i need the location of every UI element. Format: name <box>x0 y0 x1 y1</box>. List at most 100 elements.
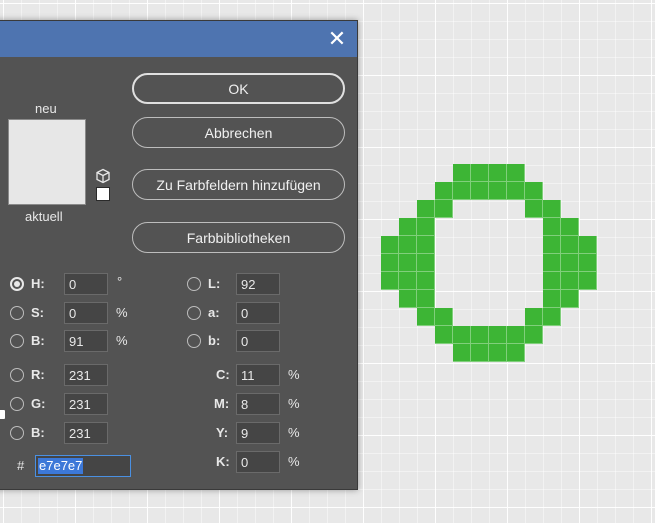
lab-b-label: b: <box>208 333 221 348</box>
hex-label: # <box>17 458 25 473</box>
radio-hue[interactable] <box>10 277 24 291</box>
ring-pixel <box>561 254 579 272</box>
dialog-titlebar: ✕ <box>0 21 357 57</box>
radio-saturation[interactable] <box>10 306 24 320</box>
ring-pixel <box>507 164 525 182</box>
add-to-swatches-button[interactable]: Zu Farbfeldern hinzufügen <box>132 169 345 200</box>
ring-pixel <box>471 182 489 200</box>
cyan-label: C: <box>216 367 230 382</box>
current-color-swatch[interactable] <box>9 158 85 204</box>
lab-l-input[interactable] <box>236 273 280 295</box>
ring-pixel <box>579 236 597 254</box>
black-input[interactable] <box>236 451 280 473</box>
ring-pixel <box>471 326 489 344</box>
saturation-label: S: <box>31 305 44 320</box>
yellow-input[interactable] <box>236 422 280 444</box>
magenta-label: M: <box>214 396 230 411</box>
ring-pixel <box>543 254 561 272</box>
hue-label: H: <box>31 276 45 291</box>
websafe-color-swatch[interactable] <box>96 187 110 201</box>
black-unit: % <box>288 454 300 469</box>
ring-pixel <box>435 182 453 200</box>
radio-blue[interactable] <box>10 426 24 440</box>
ring-pixel <box>543 218 561 236</box>
blue-label: B: <box>31 425 45 440</box>
ring-pixel <box>417 218 435 236</box>
ring-pixel <box>417 290 435 308</box>
red-input[interactable] <box>64 364 108 386</box>
hue-input[interactable] <box>64 273 108 295</box>
magenta-input[interactable] <box>236 393 280 415</box>
yellow-unit: % <box>288 425 300 440</box>
current-color-label: aktuell <box>25 209 63 224</box>
slider-marker[interactable] <box>0 410 5 419</box>
ring-pixel <box>381 236 399 254</box>
color-picker-dialog: ✕ neu aktuell OK Abbrechen Zu Farbfelder… <box>0 20 358 490</box>
ring-pixel <box>453 326 471 344</box>
ring-pixel <box>453 182 471 200</box>
ring-pixel <box>543 200 561 218</box>
radio-lab-l[interactable] <box>187 277 201 291</box>
radio-lab-a[interactable] <box>187 306 201 320</box>
ring-pixel <box>417 272 435 290</box>
close-button[interactable]: ✕ <box>325 27 349 51</box>
lab-b-input[interactable] <box>236 330 280 352</box>
ring-pixel <box>381 272 399 290</box>
ring-pixel <box>543 272 561 290</box>
hex-input[interactable]: e7e7e7 <box>35 455 131 477</box>
ring-pixel <box>435 326 453 344</box>
blue-input[interactable] <box>64 422 108 444</box>
brightness-unit: % <box>116 333 128 348</box>
cyan-input[interactable] <box>236 364 280 386</box>
ring-pixel <box>489 164 507 182</box>
ring-pixel <box>579 272 597 290</box>
ring-pixel <box>417 236 435 254</box>
ring-pixel <box>543 236 561 254</box>
new-color-swatch <box>9 120 85 158</box>
ring-pixel <box>489 344 507 362</box>
ring-pixel <box>525 308 543 326</box>
ring-pixel <box>417 200 435 218</box>
radio-green[interactable] <box>10 397 24 411</box>
ring-pixel <box>507 344 525 362</box>
brightness-input[interactable] <box>64 330 108 352</box>
ring-pixel <box>561 218 579 236</box>
ring-pixel <box>399 254 417 272</box>
hue-unit: ° <box>117 274 123 289</box>
color-libraries-button[interactable]: Farbbibliotheken <box>132 222 345 253</box>
saturation-unit: % <box>116 305 128 320</box>
radio-brightness[interactable] <box>10 334 24 348</box>
ring-pixel <box>417 308 435 326</box>
ring-pixel <box>399 272 417 290</box>
ring-pixel <box>507 326 525 344</box>
saturation-input[interactable] <box>64 302 108 324</box>
black-label: K: <box>216 454 230 469</box>
ring-pixel <box>489 182 507 200</box>
brightness-label: B: <box>31 333 45 348</box>
ok-button[interactable]: OK <box>132 73 345 104</box>
ring-pixel <box>543 308 561 326</box>
ring-pixel <box>381 254 399 272</box>
ring-pixel <box>579 254 597 272</box>
radio-lab-b[interactable] <box>187 334 201 348</box>
yellow-label: Y: <box>216 425 229 440</box>
radio-red[interactable] <box>10 368 24 382</box>
green-label: G: <box>31 396 46 411</box>
lab-a-input[interactable] <box>236 302 280 324</box>
ring-pixel <box>453 344 471 362</box>
websafe-cube-icon[interactable] <box>95 168 111 184</box>
ring-pixel <box>453 164 471 182</box>
ring-pixel <box>525 200 543 218</box>
ring-pixel <box>399 290 417 308</box>
ring-pixel <box>417 254 435 272</box>
cancel-button[interactable]: Abbrechen <box>132 117 345 148</box>
ring-pixel <box>435 308 453 326</box>
ring-pixel <box>471 344 489 362</box>
lab-a-label: a: <box>208 305 220 320</box>
green-input[interactable] <box>64 393 108 415</box>
magenta-unit: % <box>288 396 300 411</box>
hex-value: e7e7e7 <box>38 458 84 474</box>
ring-pixel <box>525 326 543 344</box>
cyan-unit: % <box>288 367 300 382</box>
ring-pixel <box>543 290 561 308</box>
